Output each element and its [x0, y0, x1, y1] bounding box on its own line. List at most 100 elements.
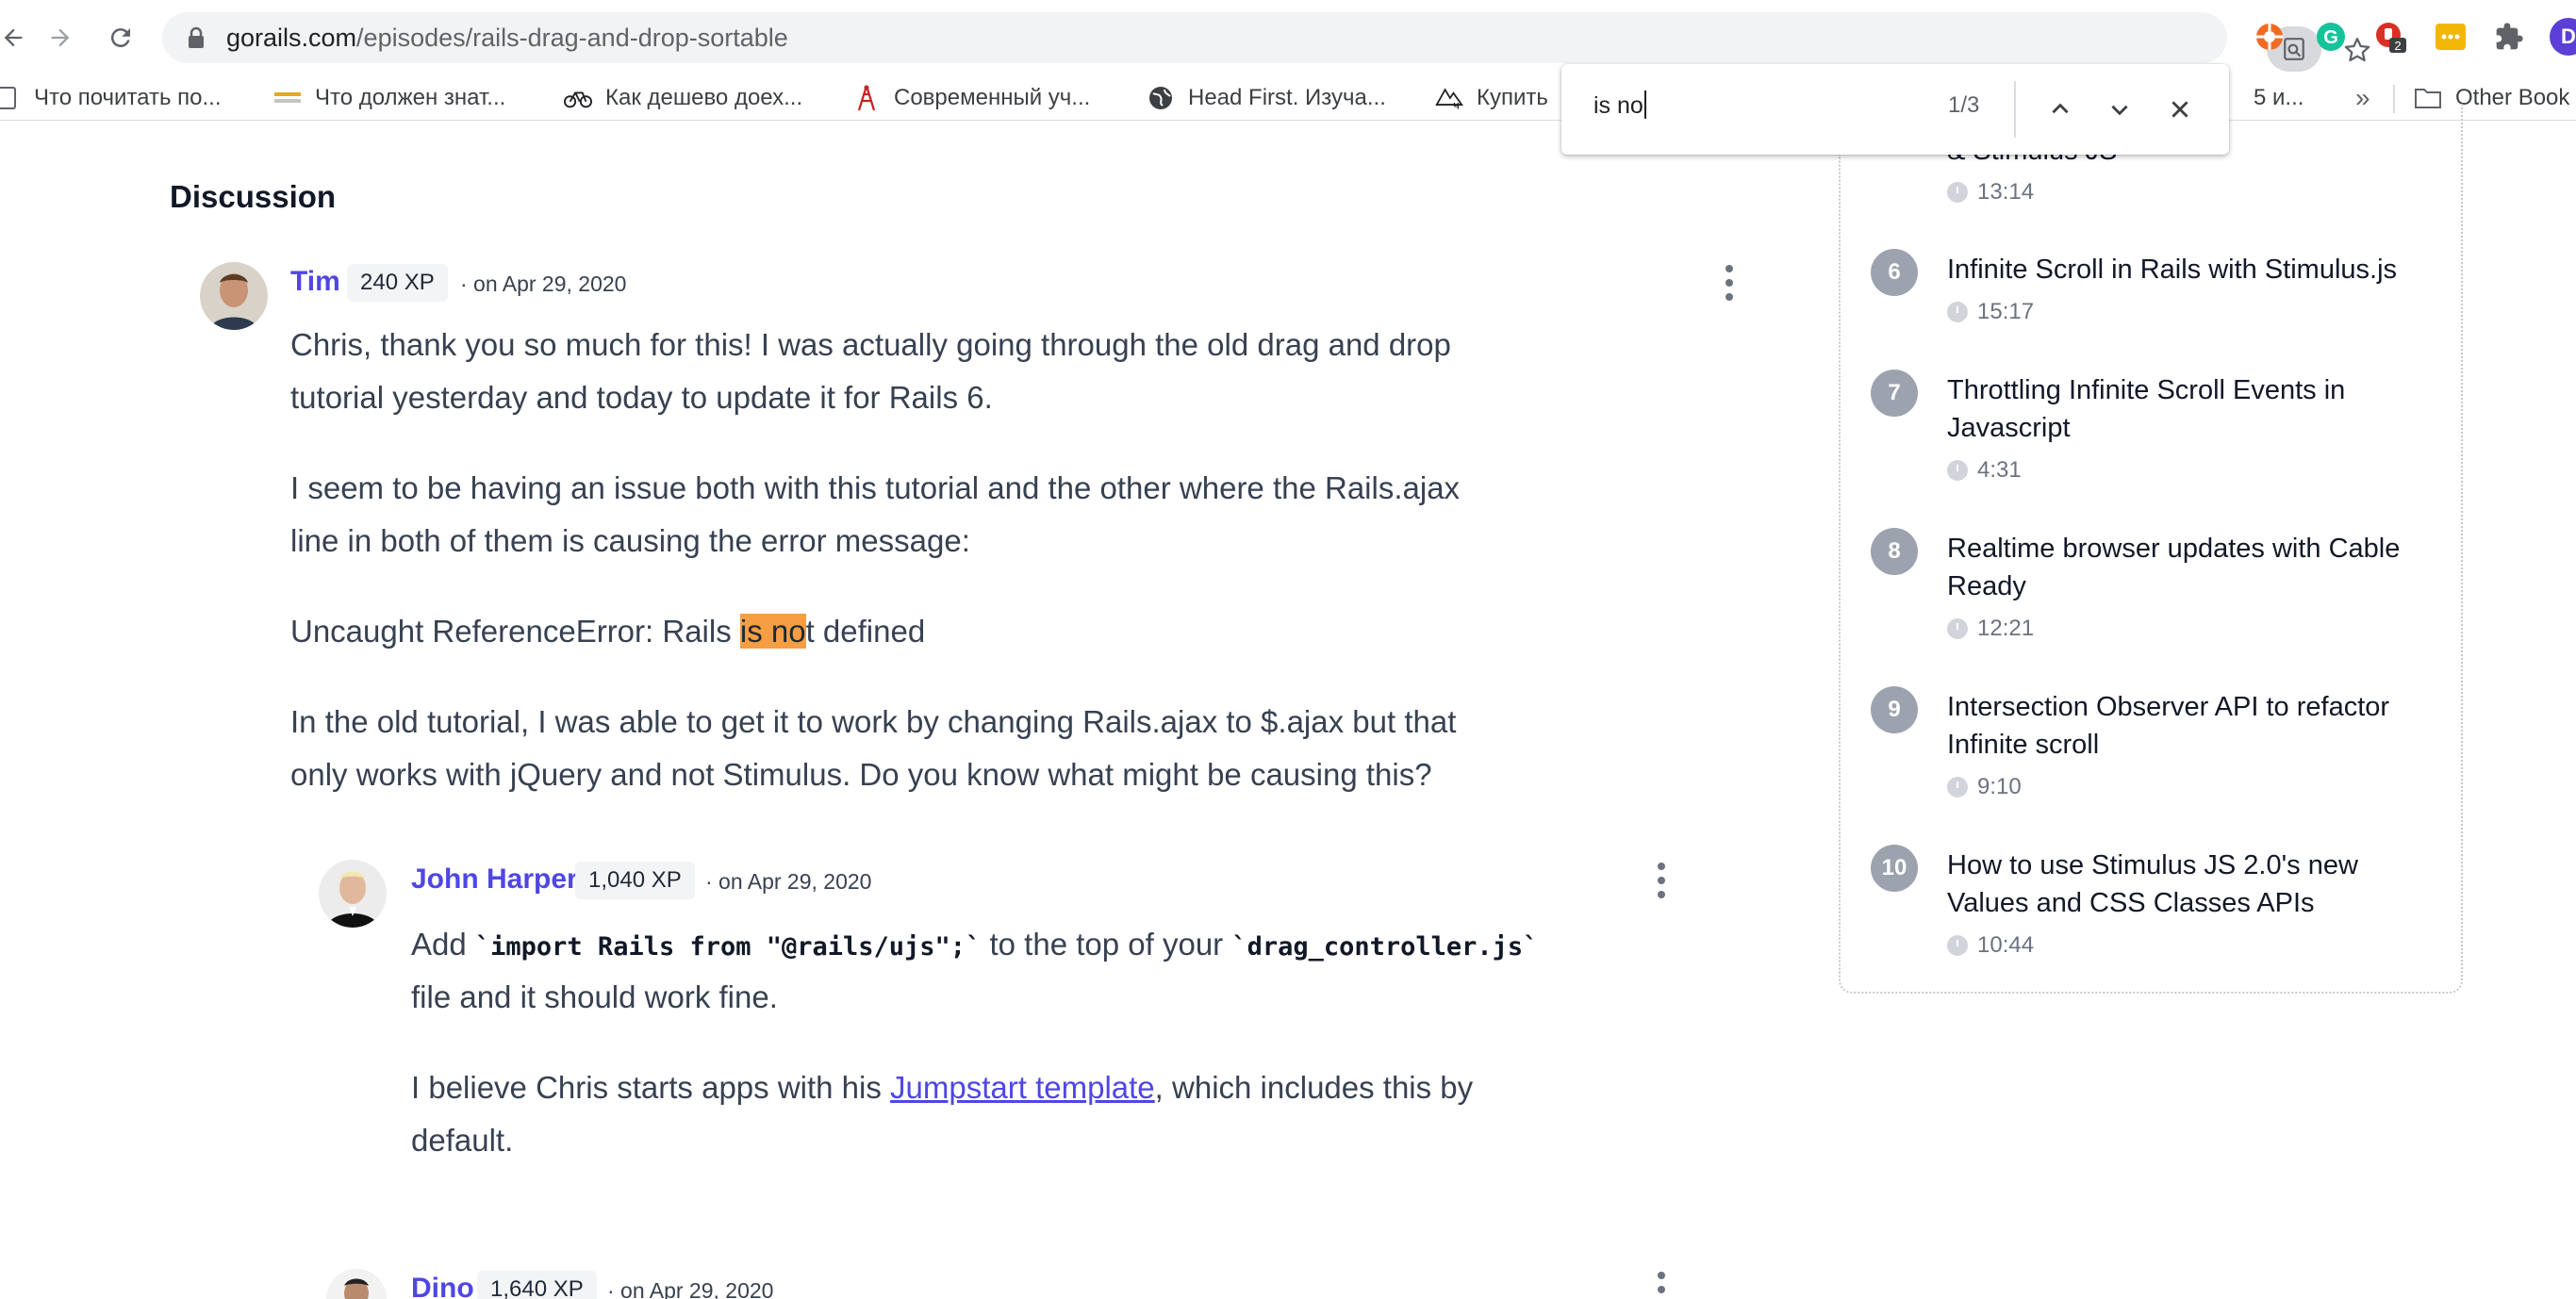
duration-text: 9:10 [1977, 774, 2022, 799]
episode-number-badge: 8 [1871, 528, 1918, 575]
duration-text: 15:17 [1977, 299, 2035, 324]
comment-author-link[interactable]: John Harper [411, 863, 578, 896]
find-divider [2014, 81, 2016, 138]
avatar[interactable] [200, 262, 268, 330]
comment-date[interactable]: · on Apr 29, 2020 [460, 271, 626, 297]
bookmark-label: Head First. Изуча... [1188, 85, 1386, 110]
chevron-up-icon [2052, 103, 2069, 114]
bookmark-item[interactable]: Ч Купить [1435, 81, 1548, 115]
find-next-button[interactable] [2099, 89, 2140, 130]
extension-red[interactable]: 2 [2372, 19, 2408, 55]
inline-code: `import Rails from "@rails/ujs";` [474, 932, 982, 962]
episode-duration: 12:21 [1947, 616, 2034, 642]
comment-date[interactable]: · on Apr 29, 2020 [607, 1278, 773, 1299]
text-segment: to the top of your [981, 927, 1232, 962]
clock-icon [1947, 618, 1968, 639]
episode-duration: 13:14 [1947, 179, 2034, 206]
avatar-image [200, 262, 268, 330]
comment-text-line: Chris, thank you so much for this! I was… [290, 327, 1451, 362]
reload-icon [110, 28, 130, 48]
text-segment: , which includes this by [1154, 1070, 1474, 1105]
episode-title[interactable]: Intersection Observer API to refactor In… [1947, 688, 2437, 764]
xp-badge: 1,040 XP [575, 862, 695, 899]
episode-duration: 9:10 [1947, 774, 2022, 800]
kebab-dot [1658, 863, 1665, 870]
address-bar[interactable]: gorails.com/episodes/rails-drag-and-drop… [162, 12, 2370, 72]
avatar[interactable] [319, 860, 387, 928]
comment-options-button[interactable] [1722, 261, 1737, 304]
extension-orange[interactable] [2252, 19, 2287, 55]
comment-date[interactable]: · on Apr 29, 2020 [705, 869, 871, 895]
find-previous-button[interactable] [2039, 89, 2081, 130]
bookmark-item[interactable]: Современный уч... [852, 81, 1090, 115]
chevron-down-icon [2111, 105, 2128, 116]
episode-duration: 15:17 [1947, 299, 2034, 325]
inline-code: `drag_controller.js` [1231, 932, 1539, 962]
episode-title[interactable]: How to use Stimulus JS 2.0's new Values … [1947, 847, 2437, 922]
tower-icon [852, 84, 881, 112]
comment-author-link[interactable]: Tim [290, 266, 340, 298]
profile-avatar[interactable]: D [2550, 18, 2576, 56]
episode-title[interactable]: Infinite Scroll in Rails with Stimulus.j… [1947, 251, 2437, 288]
dots-ext-icon [2436, 24, 2466, 50]
text-segment: t defined [805, 614, 926, 649]
duration-text: 10:44 [1977, 932, 2035, 958]
text-caret [1643, 90, 1646, 119]
store-icon: Ч [1435, 84, 1463, 112]
find-match-highlight: is no [739, 614, 806, 649]
lifebuoy-icon [2256, 24, 2283, 50]
extensions-menu-button[interactable] [2491, 19, 2527, 55]
page-icon [0, 84, 21, 112]
svg-text:G: G [2323, 27, 2338, 48]
reload-button[interactable] [94, 11, 147, 64]
episode-number-badge: 6 [1871, 249, 1918, 296]
lock-icon [189, 26, 204, 48]
bookmark-label: Other Book [2455, 85, 2570, 110]
kebab-dot [1726, 293, 1733, 301]
extension-yellow[interactable] [2433, 19, 2469, 55]
text-segment: I believe Chris starts apps with his [411, 1070, 891, 1105]
bookmark-item[interactable]: Что почитать по... [0, 81, 222, 115]
episode-title[interactable]: Throttling Infinite Scroll Events in Jav… [1947, 371, 2437, 447]
bookmark-item[interactable]: Как дешево доех... [564, 81, 802, 115]
episode-title[interactable]: Realtime browser updates with Cable Read… [1947, 530, 2437, 605]
episode-number-badge: 9 [1871, 686, 1918, 733]
xp-badge: 240 XP [347, 264, 448, 302]
kebab-dot [1658, 891, 1665, 898]
avatar[interactable] [326, 1269, 387, 1299]
bookmark-label: Купить [1477, 85, 1548, 110]
comment-options-button[interactable] [1654, 859, 1669, 902]
find-input[interactable]: is no [1593, 90, 1646, 120]
extension-grammarly[interactable]: G [2313, 19, 2349, 55]
comment-text-line: default. [411, 1123, 514, 1158]
kebab-dot [1726, 265, 1733, 272]
svg-text:Ч: Ч [1453, 101, 1459, 110]
shield-ext-icon: 2 [2376, 23, 2406, 53]
comment-options-button[interactable] [1654, 1268, 1669, 1299]
clock-icon [1947, 460, 1968, 481]
duration-text: 13:14 [1977, 179, 2035, 205]
duration-text: 4:31 [1977, 457, 2022, 483]
find-close-button[interactable] [2159, 89, 2201, 130]
url-path: /episodes/rails-drag-and-drop-sortable [356, 24, 788, 52]
text-segment: Add [411, 927, 475, 962]
clock-icon [1947, 302, 1968, 322]
discussion-heading: Discussion [170, 179, 337, 214]
comment-text-line: file and it should work fine. [411, 979, 778, 1014]
forward-button[interactable] [34, 11, 87, 64]
bookmark-item[interactable]: Head First. Изуча... [1147, 81, 1386, 115]
clock-icon [1947, 182, 1968, 203]
puzzle-icon [2496, 23, 2523, 50]
episode-number-badge: 10 [1871, 845, 1918, 892]
forward-arrow-icon [51, 28, 70, 47]
bicycle-icon [564, 84, 592, 112]
back-arrow-icon [4, 28, 23, 47]
episode-duration: 10:44 [1947, 932, 2034, 959]
globe-icon [1147, 84, 1175, 112]
comment-text-line: line in both of them is causing the erro… [290, 523, 970, 558]
profile-initial: D [2561, 25, 2576, 48]
comment-author-link[interactable]: Dino [411, 1273, 474, 1299]
bookmark-item[interactable]: Что должен знат... [273, 81, 505, 115]
jumpstart-template-link[interactable]: Jumpstart template [890, 1070, 1155, 1105]
comment-text-line: Uncaught ReferenceError: Rails is not de… [290, 605, 925, 658]
